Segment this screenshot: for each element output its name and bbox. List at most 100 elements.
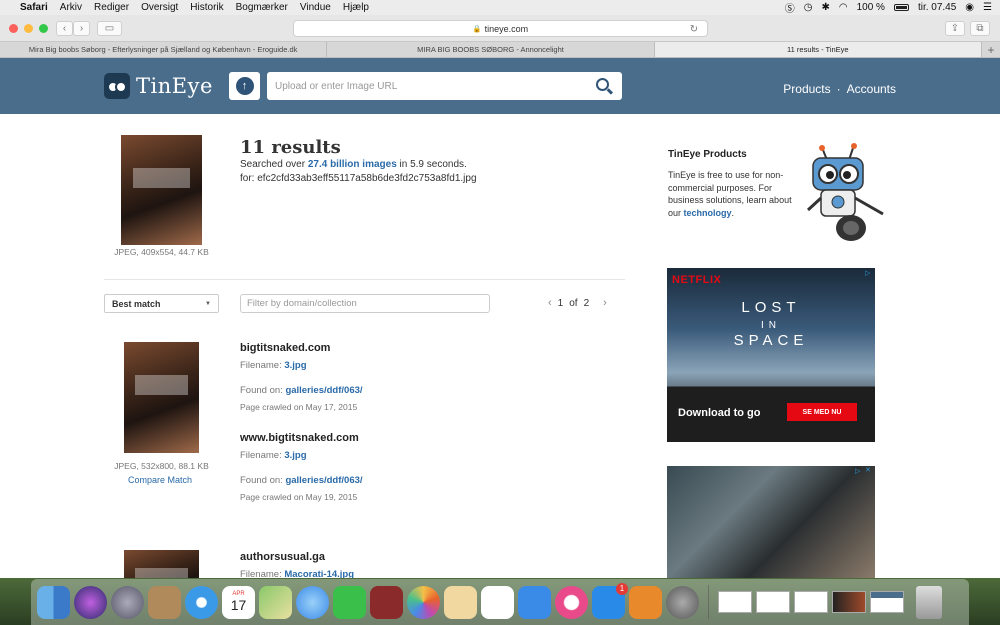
share-button[interactable]: ⇪ (945, 21, 965, 36)
adchoices-icon[interactable]: ▷ (865, 269, 873, 277)
filename-link[interactable]: 3.jpg (284, 450, 306, 461)
ad-title-line2: IN (761, 320, 781, 331)
compare-match-link[interactable]: Compare Match (128, 475, 192, 485)
image-ad[interactable]: ▷ ✕ (667, 466, 875, 578)
minimize-window-button[interactable] (24, 24, 33, 33)
lock-icon: 🔒 (472, 25, 482, 33)
browser-toolbar: ‹ › ▭ ⊕ 🔒 tineye.com ↻ ⇪ ⧉ (0, 15, 1000, 42)
prev-page-icon[interactable]: ‹ (548, 297, 552, 309)
notification-center-icon[interactable]: ☰ (983, 2, 992, 13)
trash-icon[interactable] (916, 585, 942, 619)
tab-eroguide[interactable]: Mira Big boobs Søborg - Efterlysninger p… (0, 42, 328, 57)
match-crawled-date: Page crawled on May 19, 2015 (240, 492, 358, 502)
pagination: ‹ 1 of 2 › (548, 297, 607, 309)
menu-vindue[interactable]: Vindue (300, 2, 331, 13)
found-on-link[interactable]: galleries/ddf/063/ (285, 385, 362, 396)
minimized-window[interactable] (794, 591, 828, 613)
forward-button[interactable]: › (73, 21, 90, 36)
ad-cta-text: Download to go (678, 407, 761, 419)
tineye-logo[interactable]: TinEye (104, 73, 213, 99)
match-domain[interactable]: bigtitsnaked.com (240, 342, 330, 354)
new-tab-button[interactable]: + (982, 42, 1000, 57)
next-page-icon[interactable]: › (603, 297, 607, 309)
pages-icon[interactable] (444, 585, 477, 619)
close-window-button[interactable] (9, 24, 18, 33)
menu-arkiv[interactable]: Arkiv (60, 2, 82, 13)
tab-tineye[interactable]: 11 results - TinEye (654, 42, 982, 57)
netflix-ad[interactable]: NETFLIX ▷ LOST IN SPACE Download to go S… (667, 268, 875, 442)
tab-overview-button[interactable]: ⧉ (970, 21, 990, 36)
query-image-thumbnail[interactable] (121, 135, 202, 245)
photos-icon[interactable] (407, 585, 440, 619)
caret-down-icon: ▼ (205, 300, 211, 307)
nav-products-link[interactable]: Products (783, 82, 830, 96)
app-store-icon[interactable]: 1 (592, 582, 628, 619)
upload-image-button[interactable]: ↑ (229, 72, 260, 100)
keynote-icon[interactable] (518, 585, 551, 619)
header-nav: Products · Accounts (783, 82, 896, 96)
back-button[interactable]: ‹ (56, 21, 73, 36)
skype-icon[interactable]: Ⓢ (785, 0, 795, 15)
nav-accounts-link[interactable]: Accounts (847, 82, 896, 96)
search-icon[interactable] (596, 78, 609, 91)
match-domain[interactable]: www.bigtitsnaked.com (240, 432, 359, 444)
numbers-icon[interactable] (481, 585, 514, 619)
launchpad-icon[interactable] (111, 585, 144, 619)
minimized-window[interactable] (718, 591, 752, 613)
found-on-link[interactable]: galleries/ddf/063/ (285, 475, 362, 486)
contacts-book-icon[interactable] (148, 585, 181, 619)
menu-oversigt[interactable]: Oversigt (141, 2, 178, 13)
address-bar[interactable]: 🔒 tineye.com (293, 20, 708, 37)
filter-domain-input[interactable] (240, 294, 490, 313)
menu-historik[interactable]: Historik (190, 2, 223, 13)
filename-link[interactable]: Macorati-14.jpg (284, 569, 354, 578)
maps-icon[interactable] (259, 585, 292, 619)
search-summary: Searched over 27.4 billion images in 5.9… (240, 159, 467, 170)
bluetooth-icon[interactable]: ✱ (821, 2, 829, 13)
match-domain[interactable]: authorsusual.ga (240, 551, 325, 563)
ibooks-icon[interactable] (629, 585, 662, 619)
tab-annoncelight[interactable]: MIRA BIG BOOBS SØBORG - Annoncelight (327, 42, 655, 57)
finder-icon[interactable] (37, 585, 70, 619)
minimized-window[interactable] (756, 591, 790, 613)
battery-percent[interactable]: 100 % (857, 2, 885, 13)
calendar-icon[interactable]: APR 17 (222, 585, 255, 619)
safari-icon[interactable] (185, 585, 218, 619)
itunes-icon[interactable] (555, 585, 588, 619)
menu-hjaelp[interactable]: Hjælp (343, 2, 369, 13)
chevron-right-icon: › (79, 23, 84, 34)
siri-icon[interactable]: ◉ (965, 2, 974, 13)
technology-link[interactable]: technology (684, 208, 732, 218)
menu-bogmaerker[interactable]: Bogmærker (236, 2, 288, 13)
adchoices-icon[interactable]: ▷ (855, 467, 863, 475)
facetime-icon[interactable] (333, 585, 366, 619)
menu-rediger[interactable]: Rediger (94, 2, 129, 13)
menu-app-name[interactable]: Safari (20, 2, 48, 13)
clock[interactable]: tir. 07.45 (918, 2, 956, 13)
wifi-icon[interactable]: ◠ (839, 2, 848, 13)
result-thumbnail[interactable] (124, 342, 199, 453)
filename-link[interactable]: 3.jpg (284, 360, 306, 371)
messages-icon[interactable] (296, 585, 329, 619)
zoom-window-button[interactable] (39, 24, 48, 33)
close-ad-icon[interactable]: ✕ (865, 466, 873, 474)
sidebar-toggle-button[interactable]: ▭ (97, 21, 122, 36)
result-thumbnail[interactable] (124, 550, 199, 578)
ad-cta-button[interactable]: SE MED NU (787, 403, 857, 421)
sort-select-value: Best match (112, 298, 161, 309)
image-url-input[interactable] (267, 72, 622, 100)
time-machine-icon[interactable]: ◷ (804, 2, 813, 13)
siri-icon[interactable] (74, 585, 107, 619)
dock-separator (708, 585, 709, 619)
robot-mascot-icon (806, 143, 884, 241)
sort-select[interactable]: Best match ▼ (104, 294, 219, 313)
minimized-window[interactable] (870, 591, 904, 613)
system-preferences-icon[interactable] (666, 585, 699, 619)
window-controls (9, 24, 48, 33)
tab-bar: Mira Big boobs Søborg - Efterlysninger p… (0, 42, 1000, 58)
reload-button[interactable]: ↻ (688, 23, 700, 35)
battery-icon[interactable] (893, 4, 909, 11)
minimized-window[interactable] (832, 591, 866, 613)
photo-booth-icon[interactable] (370, 585, 403, 619)
upload-arrow-icon: ↑ (235, 77, 254, 95)
